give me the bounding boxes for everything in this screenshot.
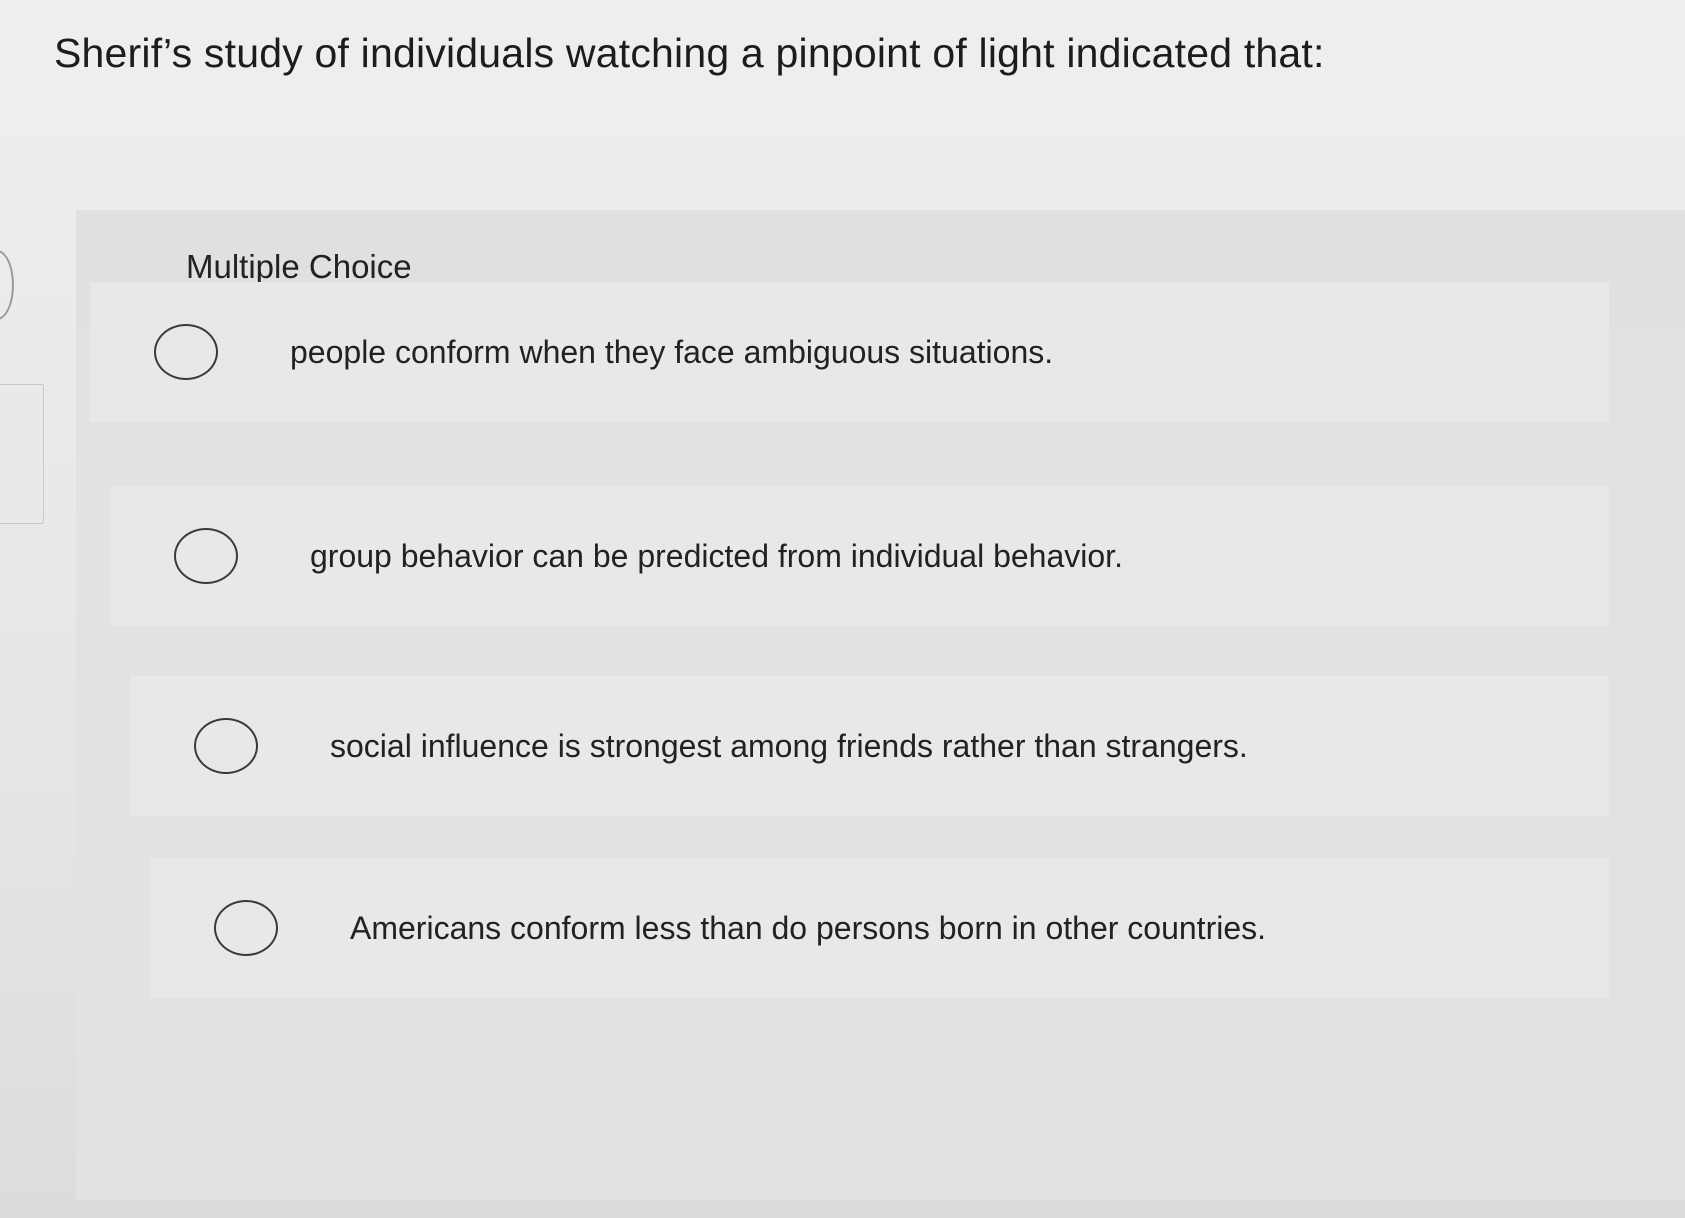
question-text: Sherif’s study of individuals watching a…: [54, 30, 1325, 76]
multiple-choice-label: Multiple Choice: [186, 248, 412, 285]
radio-button-4[interactable]: [214, 900, 278, 956]
option-4-label: Americans conform less than do persons b…: [350, 909, 1267, 946]
option-1[interactable]: people conform when they face ambiguous …: [90, 282, 1609, 422]
option-1-label: people conform when they face ambiguous …: [290, 333, 1054, 370]
radio-button-3[interactable]: [194, 718, 258, 774]
radio-button-1[interactable]: [154, 324, 218, 380]
side-control-edge: [0, 250, 14, 320]
side-panel-edge: [0, 384, 44, 524]
option-2[interactable]: group behavior can be predicted from ind…: [110, 486, 1609, 626]
option-4[interactable]: Americans conform less than do persons b…: [150, 858, 1609, 998]
option-2-label: group behavior can be predicted from ind…: [310, 537, 1123, 574]
radio-button-2[interactable]: [174, 528, 238, 584]
option-3-label: social influence is strongest among frie…: [330, 727, 1248, 764]
option-3[interactable]: social influence is strongest among frie…: [130, 676, 1609, 816]
